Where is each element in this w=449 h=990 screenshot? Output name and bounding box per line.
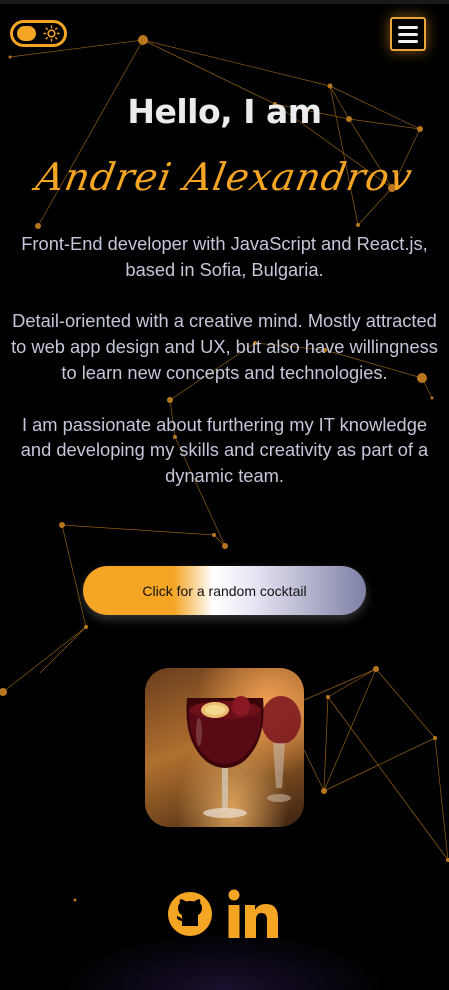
toggle-knob [17,26,36,41]
author-name: Andrei Alexandrov [32,155,417,199]
github-link[interactable] [167,891,213,937]
github-icon [168,892,212,936]
bio-text: Front-End developer with JavaScript and … [8,231,441,489]
sun-icon [43,25,60,42]
greeting-heading: Hello, I am [127,92,322,131]
random-cocktail-button[interactable]: Click for a random cocktail [83,566,366,615]
linkedin-icon [228,889,278,938]
linkedin-link[interactable] [226,886,282,942]
bio-paragraph-1: Front-End developer with JavaScript and … [21,233,428,280]
theme-toggle[interactable] [10,20,67,47]
bio-paragraph-2: Detail-oriented with a creative mind. Mo… [11,310,438,383]
menu-button[interactable] [390,17,426,51]
cocktail-image [145,668,304,827]
footer-glow [60,930,390,990]
sangria-glass-illustration [186,696,301,818]
bio-paragraph-3: I am passionate about furthering my IT k… [20,413,429,487]
